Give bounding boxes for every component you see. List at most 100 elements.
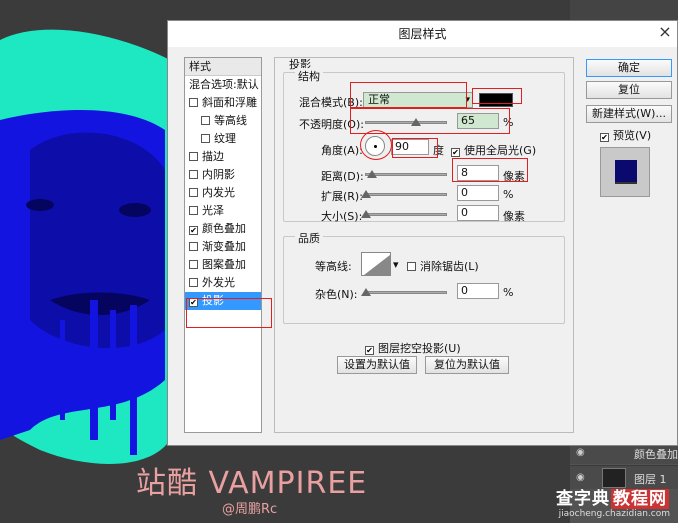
new-style-button[interactable]: 新建样式(W)... xyxy=(586,105,672,123)
site-name-a: 查字典 xyxy=(556,489,610,509)
style-item-checkbox[interactable] xyxy=(189,170,198,179)
site-logo: 查字典 教程网 jiaocheng.chazidian.com xyxy=(556,484,670,519)
styles-list: 样式 混合选项:默认斜面和浮雕等高线纹理描边内阴影内发光光泽 ✔ 颜色叠加渐变叠加图… xyxy=(184,57,262,433)
spread-unit: % xyxy=(503,188,514,201)
opacity-label: 不透明度(O): xyxy=(299,118,364,131)
style-item-label: 等高线 xyxy=(214,114,247,127)
blend-mode-value: 正常 xyxy=(368,93,390,106)
contour-label: 等高线: xyxy=(315,260,352,273)
style-item-checkbox[interactable] xyxy=(189,188,198,197)
style-item[interactable]: 描边 xyxy=(185,148,261,166)
style-item-label: 图案叠加 xyxy=(202,258,246,271)
angle-dial[interactable] xyxy=(365,136,385,156)
angle-input[interactable]: 90 xyxy=(391,139,429,155)
distance-input[interactable]: 8 xyxy=(457,165,499,181)
knockout-toggle[interactable]: ✔ 图层挖空投影(U) xyxy=(365,340,461,356)
styles-list-header: 样式 xyxy=(185,58,261,76)
style-item[interactable]: 混合选项:默认 xyxy=(185,76,261,94)
distance-slider-knob[interactable] xyxy=(367,170,377,178)
style-item-label: 外发光 xyxy=(202,276,235,289)
style-item[interactable]: 斜面和浮雕 xyxy=(185,94,261,112)
style-item[interactable]: 渐变叠加 xyxy=(185,238,261,256)
style-item[interactable]: 外发光 xyxy=(185,274,261,292)
noise-input[interactable]: 0 xyxy=(457,283,499,299)
reset-button[interactable]: 复位 xyxy=(586,81,672,99)
site-name-b: 教程网 xyxy=(611,489,669,509)
global-light-label: 使用全局光(G) xyxy=(464,144,537,157)
spread-label: 扩展(R): xyxy=(321,190,363,203)
size-slider-knob[interactable] xyxy=(361,210,371,218)
style-item-checkbox[interactable] xyxy=(189,260,198,269)
style-item-label: 内发光 xyxy=(202,186,235,199)
style-item[interactable]: 光泽 xyxy=(185,202,261,220)
preview-swatch xyxy=(615,160,637,182)
blend-mode-select[interactable]: 正常 ▾ xyxy=(363,92,473,108)
style-item[interactable]: 等高线 xyxy=(185,112,261,130)
noise-slider[interactable] xyxy=(365,291,447,294)
dialog-titlebar[interactable]: 图层样式 × xyxy=(168,21,677,47)
knockout-checkbox[interactable]: ✔ xyxy=(365,346,374,355)
style-item-checkbox[interactable] xyxy=(189,242,198,251)
blend-mode-label: 混合模式(B): xyxy=(299,96,363,109)
contour-picker[interactable] xyxy=(361,252,391,276)
style-item-label: 描边 xyxy=(202,150,224,163)
contour-dropdown-icon[interactable]: ▾ xyxy=(393,258,399,271)
global-light-toggle[interactable]: ✔ 使用全局光(G) xyxy=(451,142,536,158)
distance-label: 距离(D): xyxy=(321,170,364,183)
antialias-checkbox[interactable] xyxy=(407,262,416,271)
preview-label: 预览(V) xyxy=(613,129,652,142)
style-item[interactable]: 纹理 xyxy=(185,130,261,148)
spread-input[interactable]: 0 xyxy=(457,185,499,201)
style-item-checkbox[interactable] xyxy=(201,134,210,143)
angle-dot-icon xyxy=(374,145,377,148)
style-item-label: 纹理 xyxy=(214,132,236,145)
preview-toggle[interactable]: ✔ 预览(V) xyxy=(600,127,651,143)
antialias-toggle[interactable]: 消除锯齿(L) xyxy=(407,258,479,274)
distance-slider[interactable] xyxy=(365,173,447,176)
spread-slider-knob[interactable] xyxy=(361,190,371,198)
style-item-label: 渐变叠加 xyxy=(202,240,246,253)
ok-button[interactable]: 确定 xyxy=(586,59,672,77)
style-item-checkbox[interactable] xyxy=(189,206,198,215)
opacity-slider[interactable] xyxy=(365,121,447,124)
style-item-checkbox[interactable] xyxy=(201,116,210,125)
opacity-slider-knob[interactable] xyxy=(411,118,421,126)
opacity-input[interactable]: 65 xyxy=(457,113,499,129)
size-slider[interactable] xyxy=(365,213,447,216)
style-item-label: 颜色叠加 xyxy=(202,222,246,235)
style-item[interactable]: 图案叠加 xyxy=(185,256,261,274)
spread-slider[interactable] xyxy=(365,193,447,196)
chevron-down-icon: ▾ xyxy=(465,95,470,105)
style-item-checkbox[interactable] xyxy=(189,98,198,107)
style-item[interactable]: 内阴影 xyxy=(185,166,261,184)
contour-curve-icon xyxy=(364,255,390,275)
style-item-label: 斜面和浮雕 xyxy=(202,96,257,109)
style-item[interactable]: ✔ 颜色叠加 xyxy=(185,220,261,238)
style-item-label: 内阴影 xyxy=(202,168,235,181)
style-item-checkbox[interactable] xyxy=(189,278,198,287)
style-item-label: 投影 xyxy=(202,294,224,307)
size-input[interactable]: 0 xyxy=(457,205,499,221)
style-item-label: 光泽 xyxy=(202,204,224,217)
make-default-button[interactable]: 设置为默认值 xyxy=(337,356,417,374)
quality-group xyxy=(283,236,565,324)
style-item-checkbox[interactable]: ✔ xyxy=(189,226,198,235)
noise-slider-knob[interactable] xyxy=(361,288,371,296)
style-item-checkbox[interactable] xyxy=(189,152,198,161)
reset-default-button[interactable]: 复位为默认值 xyxy=(425,356,509,374)
shadow-color-swatch[interactable] xyxy=(479,93,513,107)
opacity-unit: % xyxy=(503,116,514,129)
eye-icon[interactable]: ◉ xyxy=(576,472,585,483)
style-item-checkbox[interactable]: ✔ xyxy=(189,298,198,307)
eye-icon[interactable]: ◉ xyxy=(576,447,585,458)
site-url: jiaocheng.chazidian.com xyxy=(558,509,670,519)
close-icon[interactable]: × xyxy=(653,21,677,45)
layers-panel-toolbar xyxy=(570,0,678,20)
preview-checkbox[interactable]: ✔ xyxy=(600,133,609,142)
global-light-checkbox[interactable]: ✔ xyxy=(451,148,460,157)
style-item[interactable]: ✔ 投影 xyxy=(185,292,261,310)
style-item[interactable]: 内发光 xyxy=(185,184,261,202)
noise-unit: % xyxy=(503,286,514,299)
drop-shadow-panel: 投影 结构 混合模式(B): 正常 ▾ 不透明度(O): 65 % 角度(A):… xyxy=(274,57,574,433)
style-preview xyxy=(600,147,650,197)
